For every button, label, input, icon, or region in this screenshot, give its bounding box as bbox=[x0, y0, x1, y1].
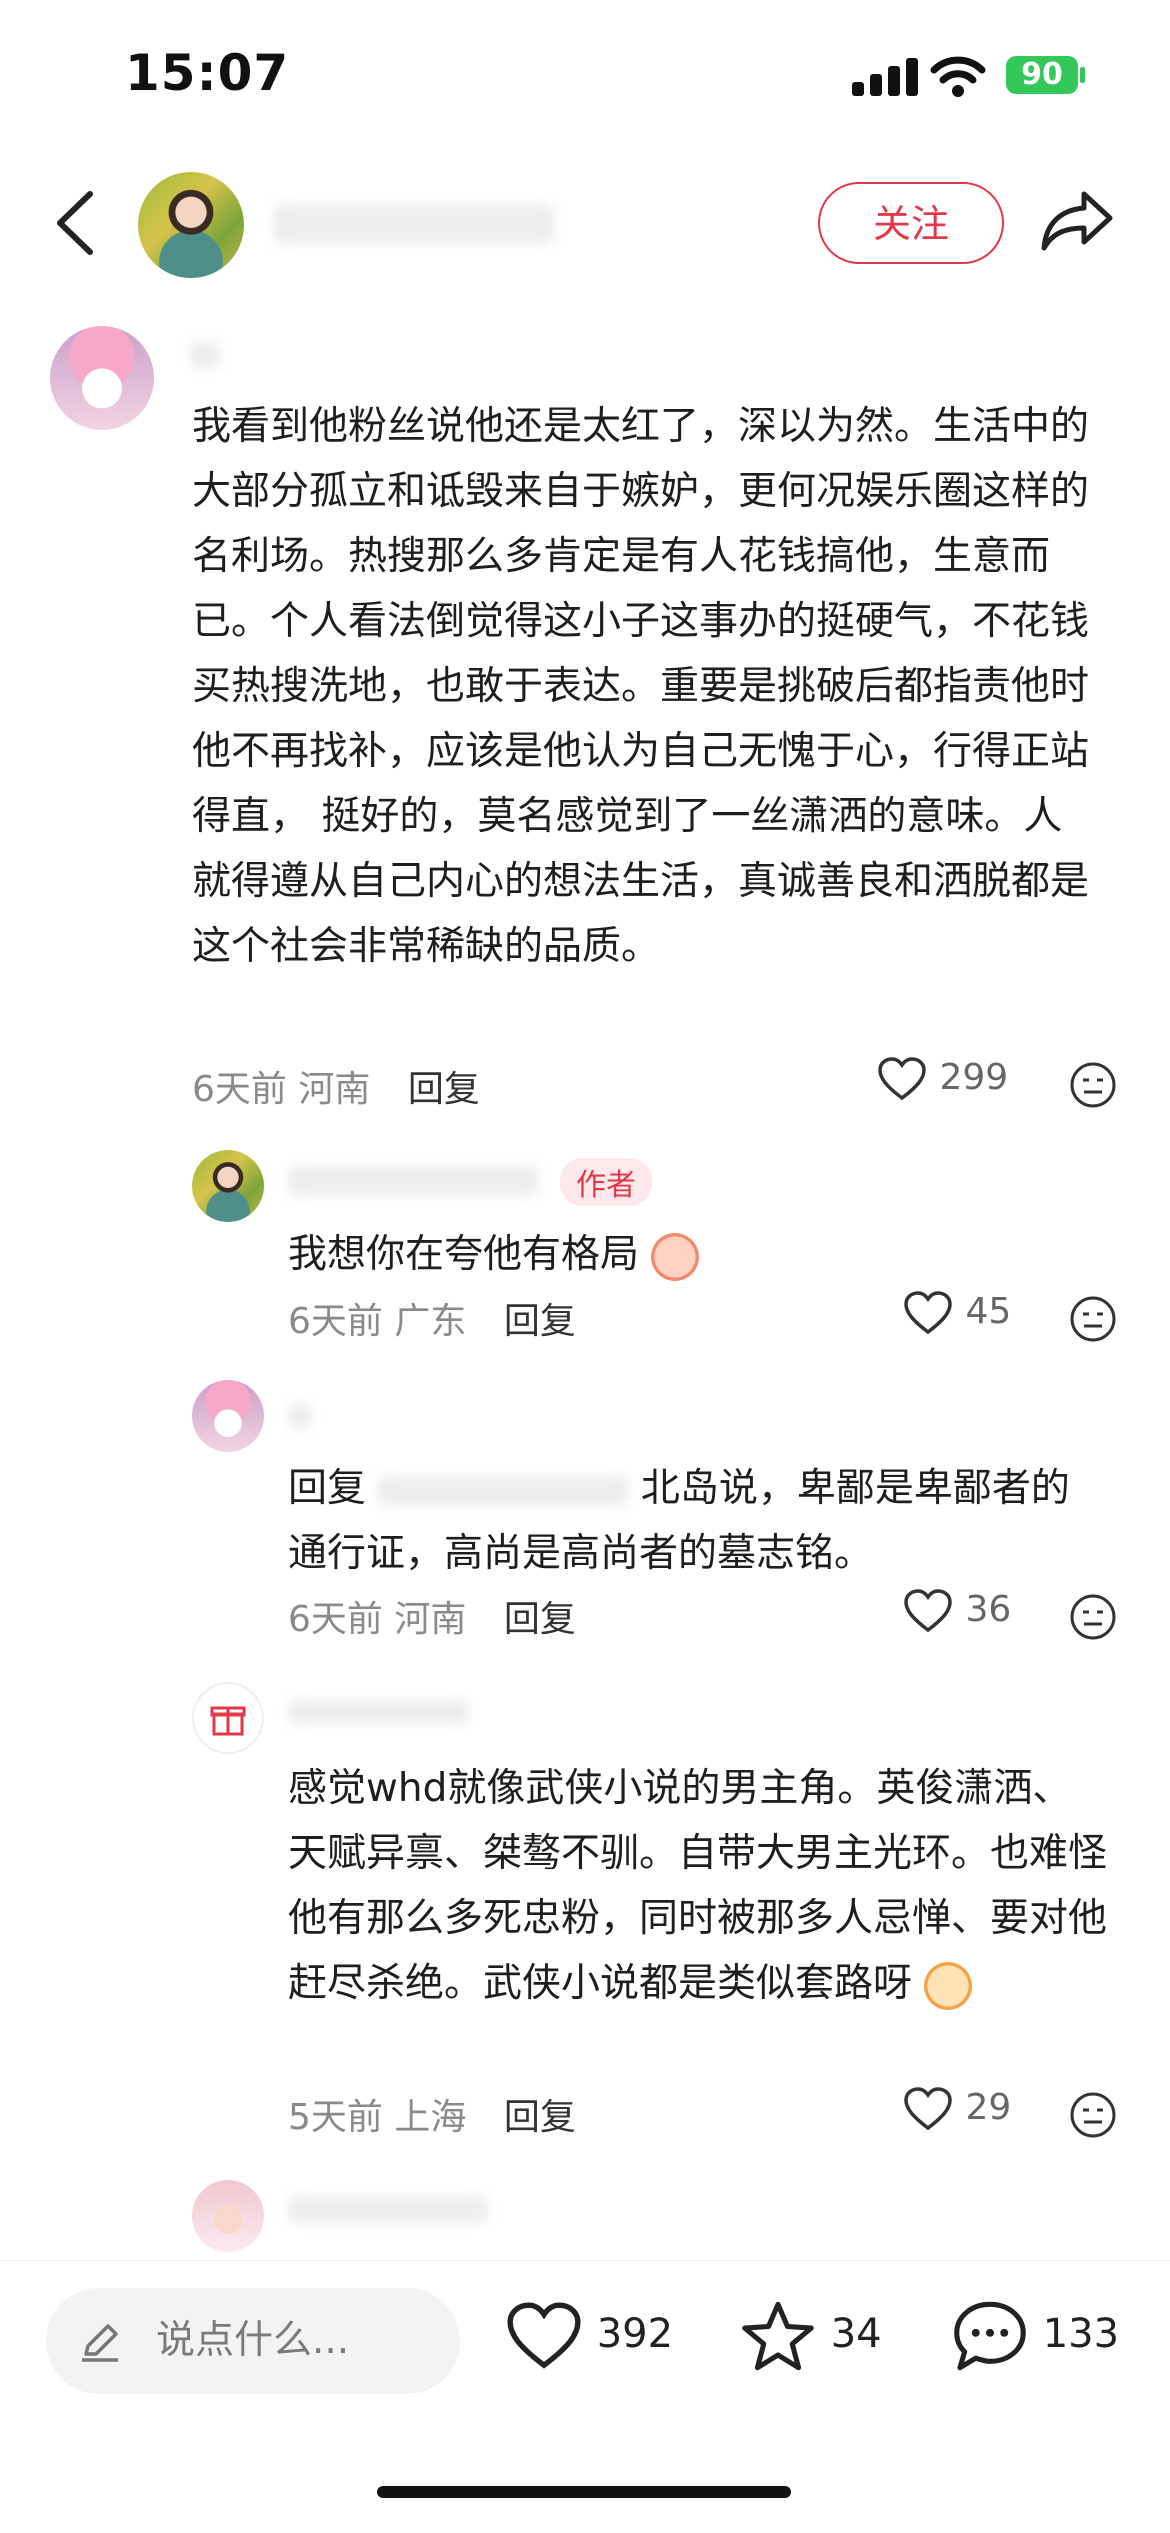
reply-name-redacted bbox=[288, 1166, 538, 1196]
reply-like-button[interactable]: 45 bbox=[902, 1290, 1011, 1336]
gift-avatar-icon[interactable] bbox=[192, 1682, 264, 1754]
reply-time: 6天前 bbox=[288, 1599, 383, 1640]
mention-redacted bbox=[378, 1475, 629, 1506]
like-count: 45 bbox=[965, 1291, 1012, 1332]
reply-avatar[interactable] bbox=[192, 1150, 264, 1222]
reply-avatar[interactable] bbox=[192, 1380, 264, 1452]
dislike-face-icon[interactable] bbox=[1068, 1592, 1118, 1646]
reply-prefix: 回复 bbox=[288, 1466, 367, 1511]
author-avatar[interactable] bbox=[138, 172, 244, 278]
follow-button[interactable]: 关注 bbox=[818, 182, 1004, 264]
reply-button[interactable]: 回复 bbox=[504, 1301, 576, 1342]
reply-meta: 5天前 上海 回复 bbox=[288, 2088, 576, 2140]
reply-button[interactable]: 回复 bbox=[408, 1069, 480, 1110]
reply-button[interactable]: 回复 bbox=[504, 1599, 576, 1640]
comment-location: 河南 bbox=[298, 1069, 371, 1110]
reply-text: 回复 北岛说，卑鄙是卑鄙者的通行证，高尚是高尚者的墓志铭。 bbox=[288, 1456, 1108, 1586]
reply-location: 广东 bbox=[394, 1301, 467, 1342]
reply-location: 上海 bbox=[394, 2097, 467, 2138]
back-button[interactable] bbox=[52, 190, 96, 260]
dislike-face-icon[interactable] bbox=[1068, 1060, 1118, 1114]
comment-meta: 6天前 河南 回复 bbox=[192, 1060, 480, 1112]
comment-text: 我看到他粉丝说他还是太红了，深以为然。生活中的大部分孤立和诋毁来自于嫉妒，更何况… bbox=[192, 404, 1090, 969]
heart-icon bbox=[904, 1589, 952, 1633]
reply-name-redacted bbox=[288, 1700, 468, 1724]
reply-meta: 6天前 广东 回复 bbox=[288, 1292, 576, 1344]
like-count: 36 bbox=[965, 1589, 1012, 1630]
reply-text: 我想你在夸他有格局 bbox=[288, 1222, 700, 1287]
share-icon[interactable] bbox=[1040, 188, 1116, 258]
reply-time: 5天前 bbox=[288, 2097, 383, 2138]
cellular-signal-icon bbox=[852, 58, 924, 96]
battery-tip bbox=[1080, 67, 1085, 83]
reply-name-redacted bbox=[288, 2196, 488, 2222]
collect-post-button[interactable]: 34 bbox=[738, 2298, 882, 2374]
crying-laugh-emoji-icon bbox=[924, 1961, 973, 2010]
like-post-button[interactable]: 392 bbox=[504, 2300, 673, 2372]
reply-like-button[interactable]: 29 bbox=[902, 2086, 1011, 2132]
reply-text-content: 我想你在夸他有格局 bbox=[288, 1232, 640, 1277]
post-star-count: 34 bbox=[830, 2311, 882, 2357]
reply-meta: 6天前 河南 回复 bbox=[288, 1590, 576, 1642]
reply-time: 6天前 bbox=[288, 1301, 383, 1342]
comment-time: 6天前 bbox=[192, 1069, 287, 1110]
reply-like-button[interactable]: 36 bbox=[902, 1588, 1011, 1634]
like-count: 29 bbox=[965, 2087, 1012, 2128]
reply-text: 感觉whd就像武侠小说的男主角。英俊潇洒、天赋异禀、桀骜不驯。自带大男主光环。也… bbox=[288, 1756, 1108, 2016]
heart-icon bbox=[507, 2302, 581, 2369]
author-tag: 作者 bbox=[560, 1158, 652, 1206]
commenter-name-redacted bbox=[190, 342, 220, 368]
author-name-redacted bbox=[274, 204, 554, 244]
reply-avatar[interactable] bbox=[192, 2180, 264, 2252]
dislike-face-icon[interactable] bbox=[1068, 1294, 1118, 1348]
blushing-emoji-icon bbox=[651, 1232, 700, 1281]
post-like-count: 392 bbox=[596, 2311, 674, 2357]
reply-button[interactable]: 回复 bbox=[504, 2097, 576, 2138]
heart-icon bbox=[878, 1057, 926, 1101]
reply-location: 河南 bbox=[394, 1599, 467, 1640]
comment-post-button[interactable]: 133 bbox=[950, 2298, 1119, 2374]
reply-name-redacted bbox=[288, 1404, 312, 1428]
heart-icon bbox=[904, 2087, 952, 2131]
reply-text-content: 感觉whd就像武侠小说的男主角。英俊潇洒、天赋异禀、桀骜不驯。自带大男主光环。也… bbox=[288, 1766, 1108, 2006]
status-time: 15:07 bbox=[125, 44, 290, 102]
post-comment-count: 133 bbox=[1042, 2311, 1120, 2357]
dislike-face-icon[interactable] bbox=[1068, 2090, 1118, 2144]
star-icon bbox=[742, 2301, 814, 2371]
chat-bubble-icon bbox=[954, 2301, 1026, 2371]
home-indicator bbox=[377, 2486, 791, 2498]
wifi-icon bbox=[930, 54, 986, 102]
commenter-avatar[interactable] bbox=[50, 326, 154, 430]
pencil-icon bbox=[76, 2318, 124, 2370]
like-count: 299 bbox=[939, 1057, 1009, 1098]
comment-like-button[interactable]: 299 bbox=[876, 1056, 1008, 1102]
heart-icon bbox=[904, 1291, 952, 1335]
battery-icon: 90 bbox=[1006, 56, 1078, 94]
